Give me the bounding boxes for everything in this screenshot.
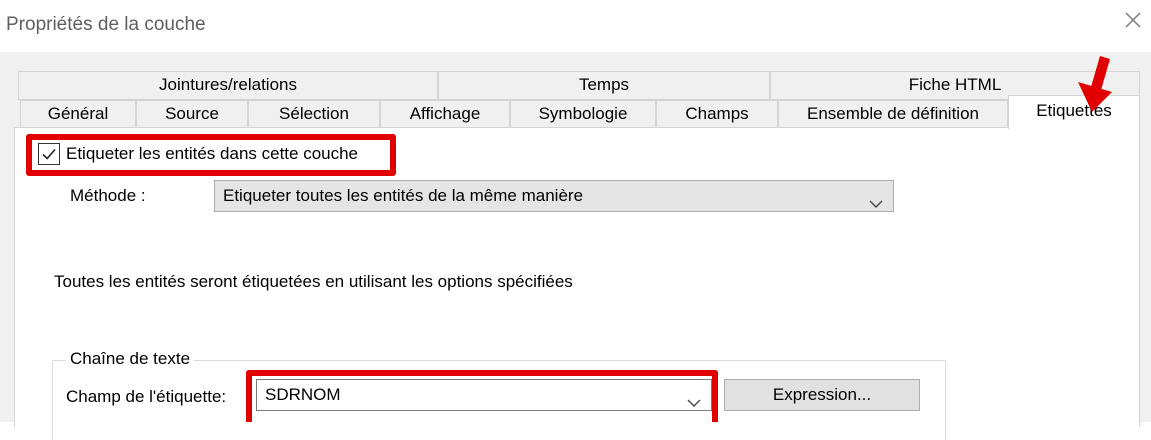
checkbox-highlight-box xyxy=(26,134,396,176)
tab-symbologie[interactable]: Symbologie xyxy=(510,100,656,128)
label-field-label: Champ de l'étiquette: xyxy=(66,387,227,406)
close-button[interactable] xyxy=(1119,6,1147,34)
field-highlight-box xyxy=(246,370,718,422)
window-title: Propriétés de la couche xyxy=(6,14,206,35)
close-icon xyxy=(1119,12,1147,38)
tab-label: Temps xyxy=(578,75,630,94)
method-dropdown-value: Etiqueter toutes les entités de la même … xyxy=(223,186,584,205)
tab-label: Sélection xyxy=(279,104,349,123)
info-text: Toutes les entités seront étiquetées en … xyxy=(54,272,573,291)
tab-label: Champs xyxy=(685,104,749,123)
tab-label: Général xyxy=(47,104,109,123)
tab-label: Source xyxy=(165,104,219,123)
tab-label: Affichage xyxy=(409,104,481,123)
tab-label: Ensemble de définition xyxy=(806,104,979,123)
tab-jointures-relations[interactable]: Jointures/relations xyxy=(18,71,438,100)
tab-ensemble-de-definition[interactable]: Ensemble de définition xyxy=(778,100,1008,128)
chevron-down-icon xyxy=(869,190,883,208)
method-label: Méthode : xyxy=(70,186,146,205)
tab-source[interactable]: Source xyxy=(136,100,248,128)
red-arrow-icon xyxy=(1066,54,1118,114)
tab-champs[interactable]: Champs xyxy=(656,100,778,128)
tab-affichage[interactable]: Affichage xyxy=(380,100,510,128)
tab-label: Symbologie xyxy=(538,104,628,123)
expression-button[interactable]: Expression... xyxy=(724,379,920,411)
method-dropdown[interactable]: Etiqueter toutes les entités de la même … xyxy=(214,180,894,212)
tab-general[interactable]: Général xyxy=(20,100,136,128)
tab-label: Jointures/relations xyxy=(159,75,297,94)
tab-temps[interactable]: Temps xyxy=(438,71,770,100)
tab-label: Fiche HTML xyxy=(908,75,1002,94)
text-string-group-title: Chaîne de texte xyxy=(66,349,195,369)
tab-selection[interactable]: Sélection xyxy=(248,100,380,128)
